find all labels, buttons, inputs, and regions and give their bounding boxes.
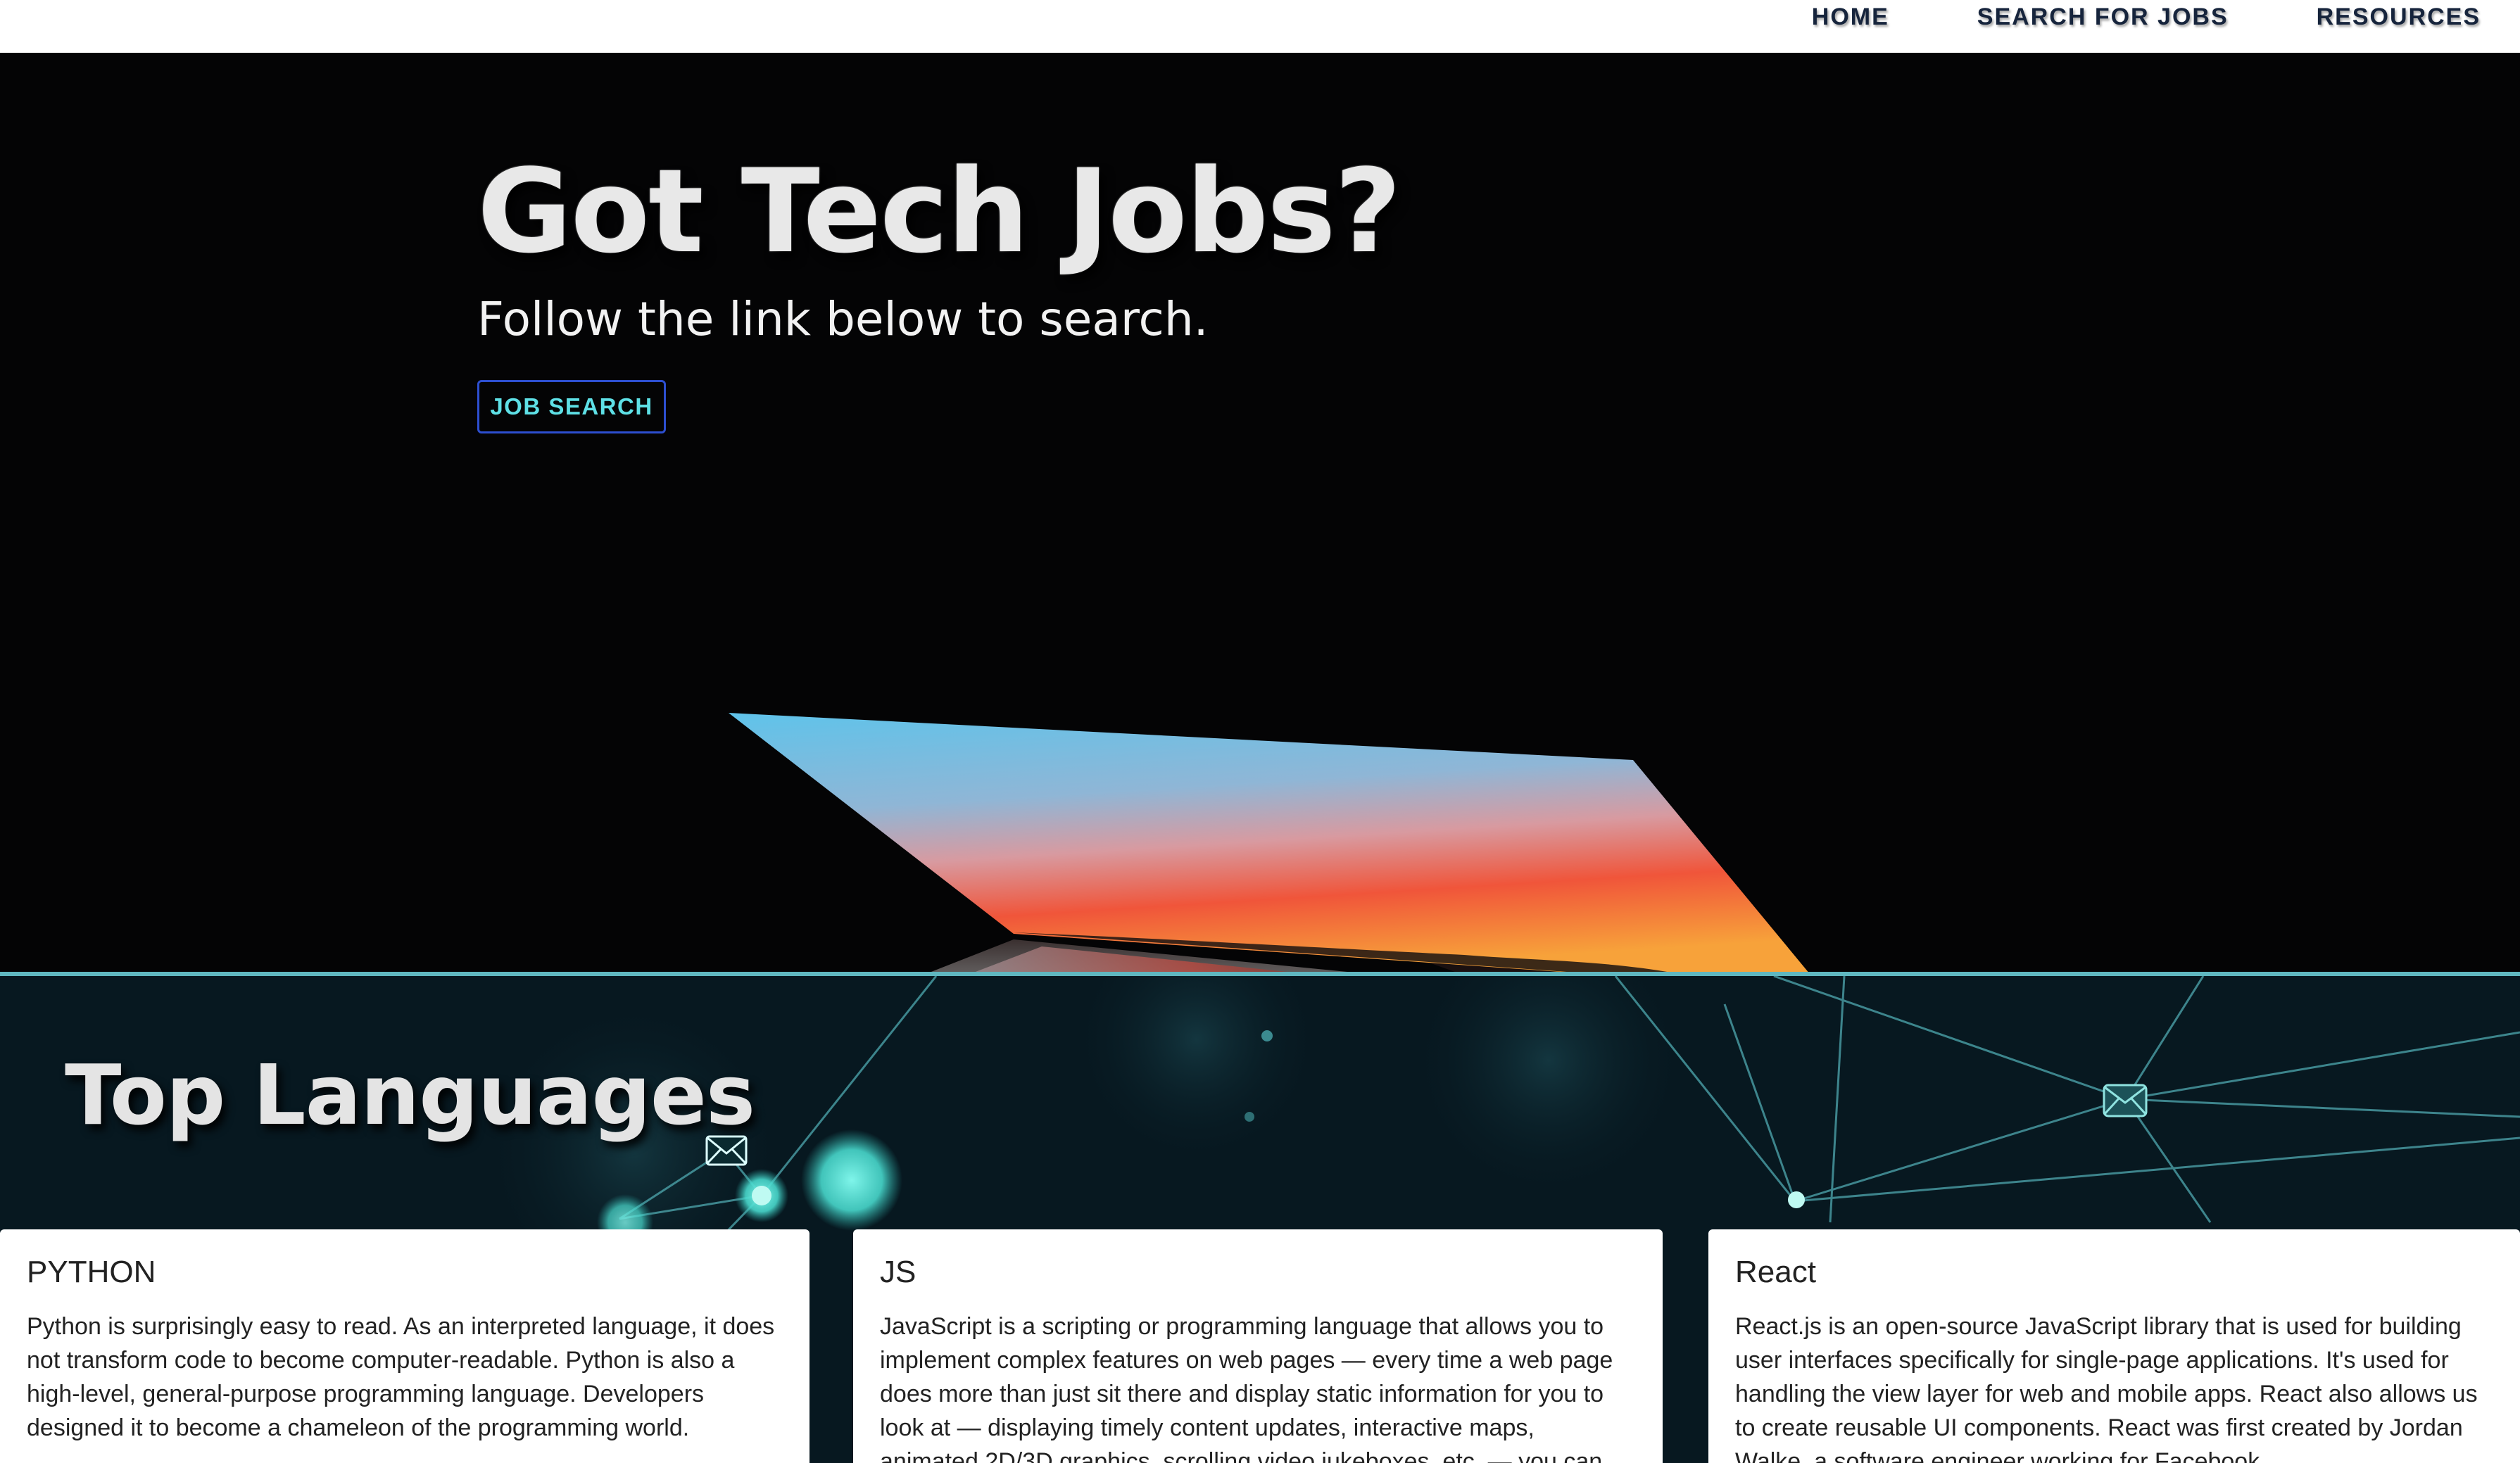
nav-link-search-for-jobs[interactable]: SEARCH FOR JOBS [1977, 4, 2229, 31]
card-title: PYTHON [27, 1255, 156, 1289]
language-card-js: JS JavaScript is a scripting or programm… [853, 1229, 1663, 1463]
top-navbar: HOME SEARCH FOR JOBS RESOURCES [0, 0, 2520, 53]
card-title: JS [880, 1255, 916, 1289]
card-text: Python is surprisingly easy to read. As … [27, 1313, 775, 1441]
envelope-icon [2102, 1083, 2148, 1118]
nav-link-home[interactable]: HOME [1812, 4, 1889, 31]
nav-link-resources[interactable]: RESOURCES [2317, 4, 2481, 31]
card-text: React.js is an open-source JavaScript li… [1735, 1313, 2478, 1463]
laptop-image [729, 713, 1812, 976]
language-card-react: React React.js is an open-source JavaScr… [1708, 1229, 2520, 1463]
hero-subtitle: Follow the link below to search. [477, 292, 1209, 346]
card-text: JavaScript is a scripting or programming… [880, 1313, 1613, 1463]
page: HOME SEARCH FOR JOBS RESOURCES Got Tech … [0, 0, 2520, 1463]
card-title: React [1735, 1255, 1816, 1289]
hero-title: Got Tech Jobs? [477, 144, 1401, 279]
top-languages-section: Top Languages PYTHON Python is surprisin… [0, 976, 2520, 1463]
hero-section: Got Tech Jobs? Follow the link below to … [0, 53, 2520, 976]
section-title: Top Languages [65, 1046, 755, 1144]
language-card-python: PYTHON Python is surprisingly easy to re… [0, 1229, 809, 1463]
job-search-button[interactable]: JOB SEARCH [477, 380, 666, 433]
